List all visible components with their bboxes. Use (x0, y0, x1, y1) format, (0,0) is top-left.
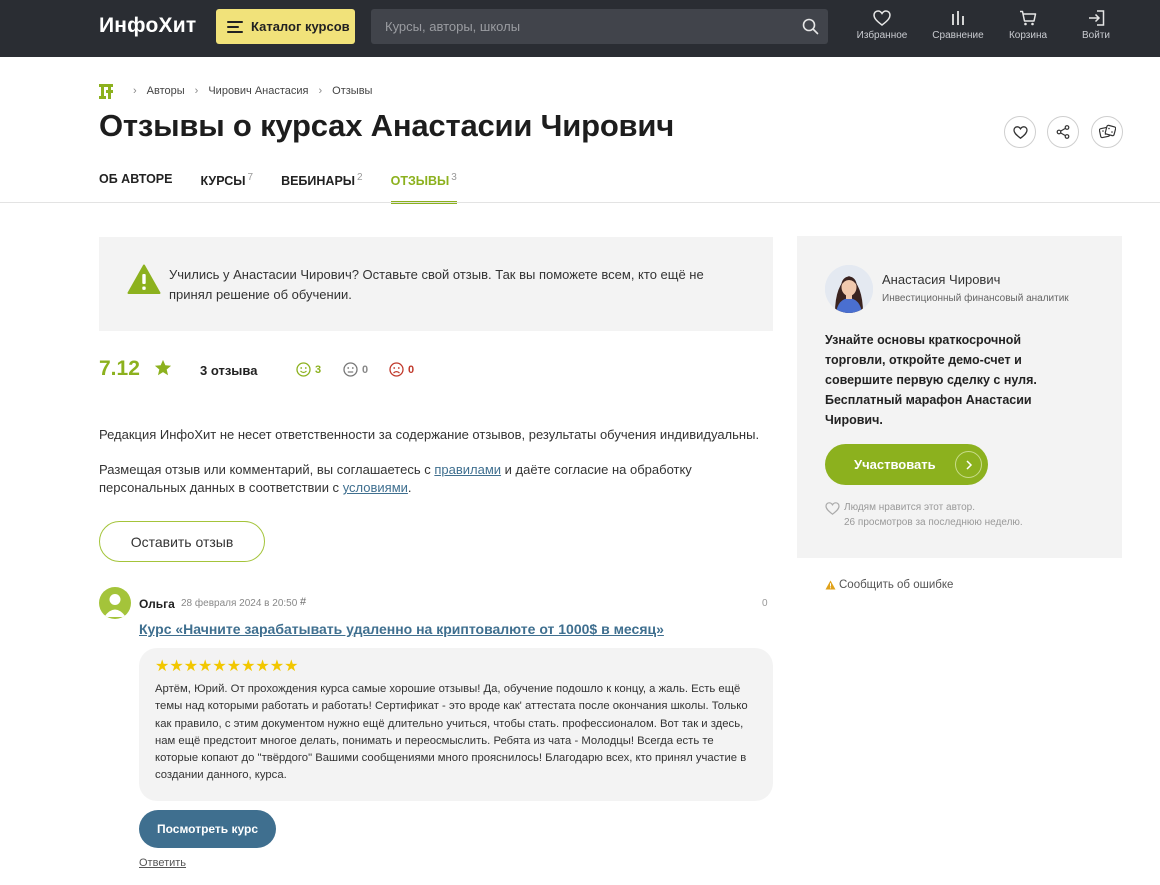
review-text: Артём, Юрий. От прохождения курса самые … (155, 683, 748, 782)
author-stats: Людям нравится этот автор. 26 просмотров… (825, 500, 1023, 530)
nav-cart-label: Корзина (1008, 30, 1048, 41)
nav-login[interactable]: Войти (1066, 10, 1126, 50)
notice-text: Учились у Анастасии Чирович? Оставьте св… (169, 267, 704, 302)
breadcrumb: › Авторы › Чирович Анастасия › Отзывы (99, 83, 372, 99)
reviews-count: 3 отзыва (200, 363, 258, 378)
terms-link[interactable]: условиями (343, 480, 408, 495)
smile-icon (296, 362, 311, 377)
nav-cart[interactable]: Корзина (998, 10, 1058, 50)
login-icon (1088, 10, 1104, 26)
positive-count[interactable]: 3 (296, 362, 321, 377)
chevron-right-icon (955, 451, 982, 478)
report-error-label: Сообщить об ошибке (839, 579, 954, 591)
views-text: 26 просмотров за последнюю неделю. (844, 517, 1023, 528)
sad-face-icon (389, 362, 404, 377)
review-course-link[interactable]: Курс «Начните зарабатывать удаленно на к… (139, 621, 664, 637)
author-role: Инвестиционный финансовый аналитик (882, 293, 1069, 304)
warning-icon (127, 264, 161, 294)
tab-courses[interactable]: КУРСЫ 7 (200, 172, 253, 204)
nav-compare[interactable]: Сравнение (928, 10, 988, 50)
review-votes: 0 (762, 598, 768, 609)
view-course-button[interactable]: Посмотреть курс (139, 810, 276, 848)
agreement-part-1: Размещая отзыв или комментарий, вы согла… (99, 462, 435, 477)
cart-icon (1020, 10, 1037, 26)
tab-webinars-label: ВЕБИНАРЫ (281, 174, 356, 189)
tabs-divider (0, 202, 1160, 203)
author-name[interactable]: Анастасия Чирович (882, 272, 1000, 287)
negative-count-value: 0 (408, 363, 415, 376)
agreement-part-3: . (407, 480, 412, 495)
negative-count[interactable]: 0 (389, 362, 414, 377)
tab-reviews[interactable]: ОТЗЫВЫ 3 (390, 172, 457, 204)
site-logo[interactable]: ИнфоХит (99, 14, 196, 38)
breadcrumb-current: Отзывы (332, 85, 373, 97)
top-header: ИнфоХит Каталог курсов Избранное Сравнен… (0, 0, 1160, 57)
tab-about[interactable]: ОБ АВТОРЕ (99, 172, 172, 204)
breadcrumb-author[interactable]: Чирович Анастасия (208, 85, 308, 97)
menu-icon (227, 20, 243, 33)
tab-courses-label: КУРСЫ (200, 174, 246, 189)
positive-count-value: 3 (315, 363, 322, 376)
reply-link[interactable]: Ответить (139, 857, 186, 869)
disclaimer-text: Редакция ИнфоХит не несет ответственност… (99, 427, 760, 442)
tab-reviews-label: ОТЗЫВЫ (390, 174, 450, 189)
nav-compare-label: Сравнение (932, 30, 984, 41)
dice-icon (1098, 124, 1116, 139)
rating-value: 7.12 (99, 357, 140, 380)
review-author-avatar (99, 587, 131, 619)
breadcrumb-separator: › (318, 85, 323, 97)
share-icon (1056, 125, 1070, 139)
warning-icon (825, 580, 836, 590)
report-error-link[interactable]: Сообщить об ошибке (825, 579, 953, 591)
site-logo-icon[interactable] (99, 83, 113, 99)
author-photo (825, 265, 873, 313)
breadcrumb-separator: › (133, 85, 137, 97)
review-permalink[interactable]: # (300, 596, 306, 608)
tab-courses-count: 7 (247, 172, 254, 183)
review-body: ★★★★★★★★★★ Артём, Юрий. От прохождения к… (139, 648, 773, 801)
nav-favorites-label: Избранное (856, 30, 908, 41)
review-stars: ★★★★★★★★★★ (155, 658, 299, 675)
neutral-face-icon (343, 362, 358, 377)
join-button[interactable]: Участвовать (825, 444, 988, 485)
random-button[interactable] (1091, 116, 1123, 148)
breadcrumb-separator: › (194, 85, 199, 97)
likes-text: Людям нравится этот автор. (844, 502, 976, 513)
nav-favorites[interactable]: Избранное (852, 10, 912, 50)
favorite-button[interactable] (1004, 116, 1036, 148)
author-avatar[interactable] (825, 265, 873, 313)
author-card: Анастасия Чирович Инвестиционный финансо… (797, 236, 1122, 558)
catalog-button-label: Каталог курсов (251, 19, 350, 34)
rating-summary: 7.12 3 отзыва 3 0 0 (99, 356, 773, 384)
rules-link[interactable]: правилами (434, 462, 501, 477)
promo-text: Узнайте основы краткосрочной торговли, о… (825, 333, 1037, 427)
review-notice: Учились у Анастасии Чирович? Оставьте св… (99, 237, 773, 331)
search-input[interactable] (371, 9, 791, 44)
user-icon (104, 594, 126, 617)
search-icon[interactable] (802, 18, 819, 35)
search-bar (371, 9, 828, 44)
tab-webinars[interactable]: ВЕБИНАРЫ 2 (281, 172, 363, 204)
tab-webinars-count: 2 (357, 172, 363, 183)
review-author-name[interactable]: Ольга (139, 597, 175, 611)
share-button[interactable] (1047, 116, 1079, 148)
heart-icon (825, 502, 840, 515)
heart-icon (873, 10, 891, 26)
breadcrumb-authors[interactable]: Авторы (147, 85, 185, 97)
tab-reviews-count: 3 (451, 172, 457, 183)
heart-icon (1012, 125, 1028, 139)
neutral-count[interactable]: 0 (343, 362, 368, 377)
join-button-label: Участвовать (854, 457, 936, 472)
tab-about-label: ОБ АВТОРЕ (99, 172, 173, 186)
page-title: Отзывы о курсах Анастасии Чирович (99, 108, 675, 143)
star-icon (154, 359, 172, 376)
nav-login-label: Войти (1082, 30, 1110, 41)
author-tabs: ОБ АВТОРЕ КУРСЫ 7 ВЕБИНАРЫ 2 ОТЗЫВЫ 3 (99, 172, 485, 204)
catalog-button[interactable]: Каталог курсов (216, 9, 355, 44)
neutral-count-value: 0 (362, 363, 369, 376)
compare-icon (952, 11, 964, 25)
agreement-text: Размещая отзыв или комментарий, вы согла… (99, 461, 779, 497)
leave-review-button[interactable]: Оставить отзыв (99, 521, 265, 562)
review-date: 28 февраля 2024 в 20:50 (181, 598, 298, 609)
